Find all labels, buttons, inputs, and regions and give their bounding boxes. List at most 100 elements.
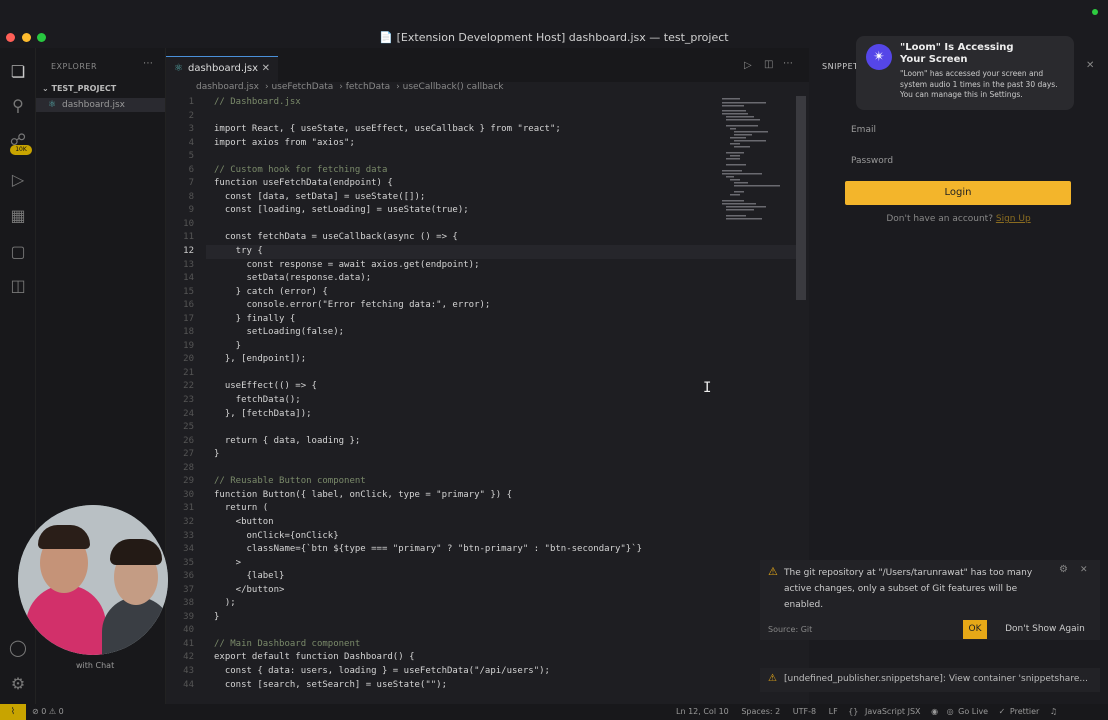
end-of-line[interactable]: LF [829, 707, 838, 716]
line-number: 15 [183, 286, 194, 297]
line-number: 42 [183, 652, 194, 663]
code-line[interactable]: 19 } [166, 340, 726, 354]
code-line[interactable]: 34 className={`btn ${type === "primary" … [166, 543, 726, 557]
run-debug-icon[interactable]: ▷ [8, 170, 28, 190]
editor-scrollbar[interactable] [796, 96, 806, 300]
code-line[interactable]: 33 onClick={onClick} [166, 530, 726, 544]
code-line[interactable]: 24 }, [fetchData]); [166, 408, 726, 422]
cursor-position[interactable]: Ln 12, Col 10 [676, 707, 729, 716]
code-line[interactable]: 41 // Main Dashboard component [166, 638, 726, 652]
prettier-button[interactable]: Prettier [1010, 707, 1039, 716]
code-line[interactable]: 12 try { [166, 245, 806, 259]
go-live-button[interactable]: Go Live [958, 707, 988, 716]
breadcrumb-variable[interactable]: fetchData [346, 82, 390, 92]
notification-settings-icon[interactable]: ⚙ [1059, 564, 1068, 575]
code-text: const fetchData = useCallback(async () =… [214, 232, 458, 243]
code-line[interactable]: 26 return { data, loading }; [166, 435, 726, 449]
code-line[interactable]: 44 const [search, setSearch] = useState(… [166, 679, 726, 693]
line-number: 34 [183, 544, 194, 555]
code-line[interactable]: 2 [166, 110, 726, 124]
close-tab-icon[interactable]: ✕ [262, 57, 270, 81]
code-line[interactable]: 6 // Custom hook for fetching data [166, 164, 726, 178]
code-line[interactable]: 8 const [data, setData] = useState([]); [166, 191, 726, 205]
notification-body: "Loom" has accessed your screen and syst… [900, 69, 1058, 99]
editor-more-icon[interactable]: ⋯ [783, 58, 793, 69]
notification-close-icon[interactable]: ✕ [1080, 565, 1088, 575]
code-line[interactable]: 21 [166, 367, 726, 381]
code-line[interactable]: 23 fetchData(); [166, 394, 726, 408]
code-line[interactable]: 9 const [loading, setLoading] = useState… [166, 204, 726, 218]
code-line[interactable]: 10 [166, 218, 726, 232]
encoding[interactable]: UTF-8 [793, 707, 816, 716]
code-line[interactable]: 18 setLoading(false); [166, 326, 726, 340]
remote-indicator-icon[interactable]: ⌇ [0, 704, 26, 720]
split-editor-icon[interactable]: ◫ [764, 59, 773, 70]
search-icon[interactable]: ⚲ [8, 96, 28, 116]
code-line[interactable]: 28 [166, 462, 726, 476]
code-line[interactable]: 22 useEffect(() => { [166, 380, 726, 394]
code-line[interactable]: 13 const response = await axios.get(endp… [166, 259, 726, 273]
code-line[interactable]: 43 const { data: users, loading } = useF… [166, 665, 726, 679]
signup-link[interactable]: Sign Up [996, 214, 1031, 224]
code-line[interactable]: 5 [166, 150, 726, 164]
line-number: 13 [183, 259, 194, 270]
code-line[interactable]: 25 [166, 421, 726, 435]
project-folder[interactable]: ⌄ TEST_PROJECT [42, 84, 116, 93]
code-line[interactable]: 40 [166, 624, 726, 638]
more-actions-icon[interactable]: ⋯ [143, 58, 153, 69]
code-line[interactable]: 29 // Reusable Button component [166, 475, 726, 489]
login-button[interactable]: Login [845, 181, 1071, 205]
git-ok-button[interactable]: OK [963, 620, 987, 639]
code-line[interactable]: 30 function Button({ label, onClick, type… [166, 489, 726, 503]
code-line[interactable]: 11 const fetchData = useCallback(async (… [166, 231, 726, 245]
breadcrumb-callback[interactable]: useCallback() callback [403, 82, 504, 92]
indentation[interactable]: Spaces: 2 [741, 707, 780, 716]
code-line[interactable]: 42 export default function Dashboard() { [166, 651, 726, 665]
loom-notification[interactable]: ✴ "Loom" Is Accessing Your Screen "Loom"… [856, 36, 1074, 110]
code-line[interactable]: 4 import axios from "axios"; [166, 137, 726, 151]
code-line[interactable]: 27} [166, 448, 726, 462]
copilot-icon[interactable]: ◉ [931, 707, 938, 716]
explorer-icon[interactable]: ❏ [8, 62, 28, 82]
code-line[interactable]: 20 }, [endpoint]); [166, 353, 726, 367]
panel-close-icon[interactable]: ✕ [1086, 60, 1094, 71]
breadcrumb-function[interactable]: useFetchData [271, 82, 333, 92]
code-line[interactable]: 7 function useFetchData(endpoint) { [166, 177, 726, 191]
code-line[interactable]: 37 </button> [166, 584, 726, 598]
code-line[interactable]: 1 // Dashboard.jsx [166, 96, 726, 110]
tab-dashboard-jsx[interactable]: ⚛ dashboard.jsx ✕ [166, 56, 278, 82]
code-text: // Reusable Button component [214, 476, 366, 487]
run-icon[interactable]: ▷ [744, 60, 752, 71]
line-number: 22 [183, 381, 194, 392]
code-text: function Button({ label, onClick, type =… [214, 489, 513, 500]
code-line[interactable]: 38 ); [166, 597, 726, 611]
breadcrumb-file[interactable]: dashboard.jsx [196, 82, 259, 92]
minimap[interactable] [722, 96, 796, 236]
code-line[interactable]: 17 } finally { [166, 313, 726, 327]
language-mode[interactable]: JavaScript JSX [865, 707, 921, 716]
presenter-left-hair [38, 525, 90, 549]
notifications-bell-icon[interactable]: ♫ [1050, 707, 1057, 716]
code-line[interactable]: 15 } catch (error) { [166, 286, 726, 300]
code-text: ); [214, 598, 236, 609]
code-line[interactable]: 14 setData(response.data); [166, 272, 726, 286]
code-line[interactable]: 39} [166, 611, 726, 625]
snippets-icon[interactable]: ◫ [8, 276, 28, 296]
code-line[interactable]: 31 return ( [166, 502, 726, 516]
dont-show-again-button[interactable]: Don't Show Again [1004, 620, 1086, 639]
code-text: // Main Dashboard component [214, 638, 361, 649]
code-line[interactable]: 32 <button [166, 516, 726, 530]
code-line[interactable]: 36 {label} [166, 570, 726, 584]
extensions-icon[interactable]: ▦ [8, 206, 28, 226]
explorer-file-item[interactable]: ⚛ dashboard.jsx [36, 98, 165, 112]
problems-indicator[interactable]: ⊘ 0 ⚠ 0 [32, 707, 64, 716]
snippet-panel-tab[interactable]: SNIPPET [822, 62, 859, 71]
code-line[interactable]: 3 import React, { useState, useEffect, us… [166, 123, 726, 137]
code-text: </button> [214, 584, 285, 595]
remote-explorer-icon[interactable]: ▢ [8, 242, 28, 262]
line-number: 28 [183, 462, 194, 473]
code-editor[interactable]: 1// Dashboard.jsx 2 3 import React, { useSt… [166, 96, 806, 693]
code-line[interactable]: 16 console.error("Error fetching data:",… [166, 299, 726, 313]
code-line[interactable]: 35 > [166, 557, 726, 571]
settings-gear-icon[interactable]: ⚙ [8, 674, 28, 694]
